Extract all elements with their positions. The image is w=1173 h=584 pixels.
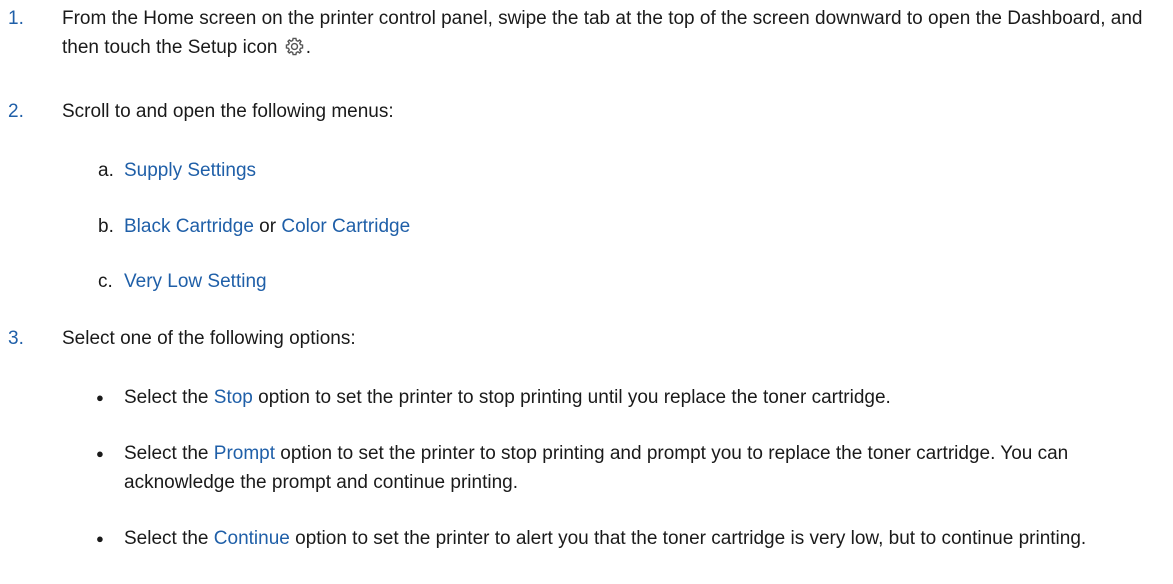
step-text: Scroll to and open the following menus: xyxy=(62,101,394,122)
bullet-pre: Select the xyxy=(124,528,214,549)
step-number: 2. xyxy=(8,101,24,122)
step-3: 3. Select one of the following options: xyxy=(0,324,1173,354)
menu-link-very-low-setting[interactable]: Very Low Setting xyxy=(124,271,267,292)
substep-text: Very Low Setting xyxy=(124,267,1165,296)
bullet-marker: ● xyxy=(96,446,104,461)
substep-c: c. Very Low Setting xyxy=(0,267,1173,297)
substep-connector: or xyxy=(253,216,282,237)
substep-letter: b. xyxy=(98,216,114,237)
option-bullet-continue: ● Select the Continue option to set the … xyxy=(0,524,1173,584)
option-stop[interactable]: Stop xyxy=(214,387,253,408)
menu-link-supply-settings[interactable]: Supply Settings xyxy=(124,160,256,181)
step-2: 2. Scroll to and open the following menu… xyxy=(0,97,1173,127)
gear-icon xyxy=(284,36,305,57)
option-continue[interactable]: Continue xyxy=(214,528,290,549)
bullet-post: option to set the printer to stop printi… xyxy=(252,387,891,408)
bullet-pre: Select the xyxy=(124,387,214,408)
option-bullet-prompt: ● Select the Prompt option to set the pr… xyxy=(0,439,1173,499)
step-text: Select one of the following options: xyxy=(62,328,356,349)
option-prompt[interactable]: Prompt xyxy=(214,443,275,464)
step-1: 1. From the Home screen on the printer c… xyxy=(0,4,1173,64)
substep-a: a. Supply Settings xyxy=(0,156,1173,186)
bullet-text: Select the Continue option to set the pr… xyxy=(124,524,1165,553)
step-number: 1. xyxy=(8,8,24,29)
step-text: From the Home screen on the printer cont… xyxy=(62,4,1165,62)
substep-b: b. Black Cartridge or Color Cartridge xyxy=(0,212,1173,242)
step-number: 3. xyxy=(8,328,24,349)
substep-letter: a. xyxy=(98,160,114,181)
instructions-document: 1. From the Home screen on the printer c… xyxy=(0,0,1173,584)
bullet-marker: ● xyxy=(96,531,104,546)
substep-text: Black Cartridge or Color Cartridge xyxy=(124,212,1165,241)
step-1-text: From the Home screen on the printer cont… xyxy=(62,8,1143,58)
bullet-post: option to set the printer to alert you t… xyxy=(289,528,1087,549)
option-bullet-stop: ● Select the Stop option to set the prin… xyxy=(0,383,1173,413)
bullet-marker: ● xyxy=(96,390,104,405)
bullet-text: Select the Stop option to set the printe… xyxy=(124,383,1165,412)
substep-letter: c. xyxy=(98,271,113,292)
menu-link-color-cartridge[interactable]: Color Cartridge xyxy=(281,216,410,237)
bullet-pre: Select the xyxy=(124,443,214,464)
substep-text: Supply Settings xyxy=(124,156,1165,185)
bullet-text: Select the Prompt option to set the prin… xyxy=(124,439,1165,497)
step-1-text-end: . xyxy=(305,37,312,58)
menu-link-black-cartridge[interactable]: Black Cartridge xyxy=(124,216,254,237)
